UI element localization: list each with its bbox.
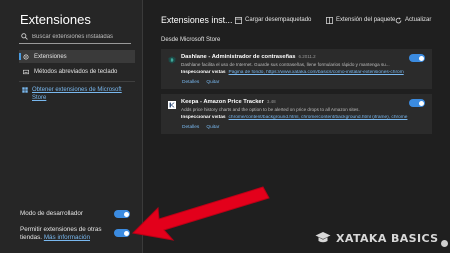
remove-link[interactable]: Quitar [206, 125, 219, 130]
extension-version: 3.48 [266, 99, 276, 104]
inspect-views-label: Inspeccionar vistas [181, 70, 226, 75]
red-arrow-icon [131, 186, 270, 241]
search-box [19, 30, 131, 44]
pack-extension-label: Extensión del paquete [336, 17, 396, 23]
divider [19, 81, 135, 82]
sidebar-item-label: Métodos abreviados de teclado [34, 68, 118, 75]
details-link[interactable]: Detalles [182, 125, 199, 130]
details-link[interactable]: Detalles [182, 80, 199, 85]
extension-card-keepa: Keepa - Amazon Price Tracker 3.48 Adds pr… [161, 94, 432, 134]
package-icon [326, 16, 333, 24]
dashlane-logo-icon [168, 56, 176, 64]
extension-title: Keepa - Amazon Price Tracker 3.48 [181, 99, 276, 105]
microsoft-store-link[interactable]: Obtener extensiones de Microsoft Store [22, 86, 134, 102]
more-info-link[interactable]: Más información [44, 234, 90, 241]
inspect-views-link[interactable]: chrome/content/background.html, chrome/c… [229, 115, 408, 120]
inspect-views: Inspeccionar vistas chrome/content/backgr… [181, 115, 419, 120]
extension-card-dashlane: Dashlane - Administrador de contraseñas 6… [161, 49, 432, 89]
store-icon [22, 87, 28, 93]
keepa-logo-icon [168, 101, 176, 109]
load-unpacked-label: Cargar desempaquetado [245, 17, 312, 23]
extension-name: Dashlane - Administrador de contraseñas [181, 54, 296, 60]
watermark-text: XATAKA BASICS [336, 231, 439, 245]
watermark: XATAKA BASICS [315, 230, 438, 246]
update-label: Actualizar [405, 17, 432, 23]
extension-enabled-toggle[interactable] [409, 54, 425, 62]
inspect-views-link[interactable]: Página de fondo, https://www.xataka.com/… [229, 70, 404, 75]
keyboard-icon [23, 69, 29, 74]
extensions-icon [23, 53, 29, 60]
other-stores-label: Permitir extensiones de otras tiendas. M… [20, 226, 120, 242]
extension-actions: Detalles Quitar [182, 125, 226, 130]
extension-name: Keepa - Amazon Price Tracker [181, 99, 264, 105]
sidebar: Extensiones Extensiones Métodos abreviad… [0, 0, 143, 253]
search-icon [21, 33, 28, 40]
extension-actions: Detalles Quitar [182, 80, 226, 85]
extension-version: 6.2011.2 [298, 54, 316, 59]
developer-mode-label: Modo de desarrollador [20, 210, 84, 217]
search-input[interactable] [32, 33, 131, 40]
load-unpacked-button[interactable]: Cargar desempaquetado [235, 15, 311, 25]
inspect-views-label: Inspeccionar vistas [181, 115, 226, 120]
update-button[interactable]: Actualizar [395, 15, 431, 25]
sidebar-item-keyboard-shortcuts[interactable]: Métodos abreviados de teclado [19, 65, 135, 78]
extension-title: Dashlane - Administrador de contraseñas 6… [181, 54, 316, 60]
graduation-cap-icon [315, 232, 331, 243]
sidebar-title: Extensiones [20, 12, 91, 27]
sidebar-item-label: Extensiones [34, 53, 67, 60]
store-link-label: Obtener extensiones de Microsoft Store [32, 87, 122, 101]
extension-description: Adds price history charts and the option… [181, 107, 360, 112]
page-title: Extensiones inst... [161, 15, 233, 25]
refresh-icon [395, 17, 402, 23]
sidebar-item-extensions[interactable]: Extensiones [19, 50, 135, 63]
section-title: Desde Microsoft Store [161, 37, 221, 43]
folder-icon [235, 16, 242, 24]
inspect-views: Inspeccionar vistas Página de fondo, http… [181, 70, 419, 75]
remove-link[interactable]: Quitar [206, 80, 219, 85]
watermark-dot [441, 240, 448, 247]
pack-extension-button[interactable]: Extensión del paquete [326, 15, 395, 25]
extension-enabled-toggle[interactable] [409, 99, 425, 107]
extension-description: Dashlane facilita el uso de Internet. Gu… [181, 62, 390, 67]
